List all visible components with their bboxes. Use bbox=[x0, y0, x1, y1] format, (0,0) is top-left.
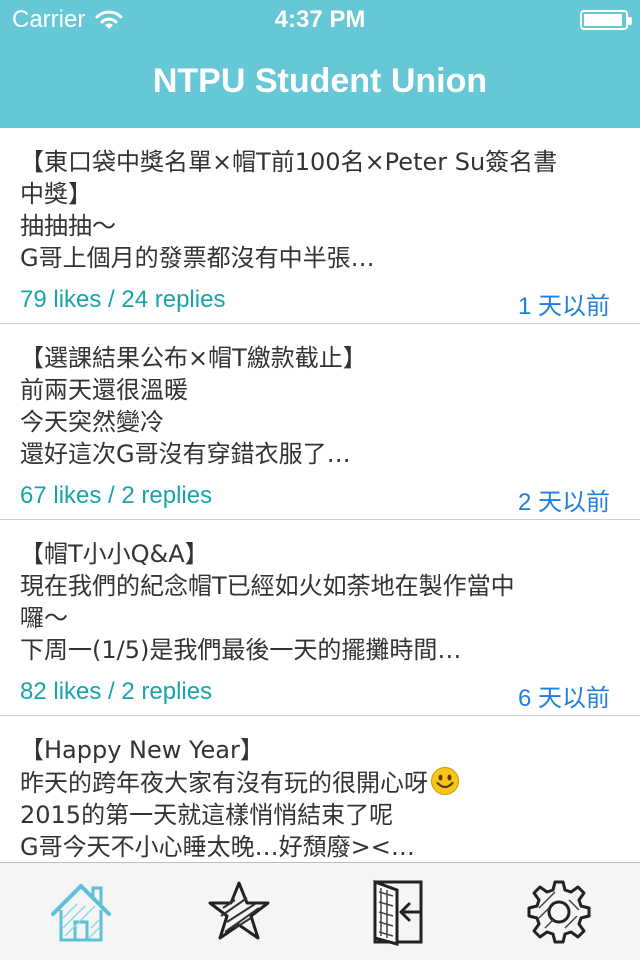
post-line: 囉～ bbox=[20, 604, 68, 632]
post-line: 前兩天還很溫暖 bbox=[20, 376, 188, 404]
post-item[interactable]: 【Happy New Year】 昨天的跨年夜大家有沒有玩的很開心呀 2015的… bbox=[0, 716, 640, 862]
post-date: 6 天以前 bbox=[517, 685, 610, 712]
post-meta: 67 likes / 2 replies 2 天以前 bbox=[20, 482, 610, 516]
post-line: 還好這次G哥沒有穿錯衣服了… bbox=[20, 440, 351, 468]
star-icon bbox=[208, 881, 270, 940]
post-date: 2 天以前 bbox=[517, 489, 610, 516]
post-line: 【Happy New Year】 bbox=[20, 736, 264, 764]
post-line: 今天突然變冷 bbox=[20, 408, 164, 436]
post-date: 1 天以前 bbox=[517, 293, 610, 320]
home-icon bbox=[51, 884, 111, 942]
post-line: 【東口袋中獎名單×帽T前100名×Peter Su簽名書 bbox=[20, 148, 558, 176]
post-stats: 79 likes / 24 replies bbox=[20, 286, 226, 313]
post-line: G哥今天不小心睡太晚…好頹廢><… bbox=[20, 833, 415, 861]
post-text: 【帽T小小Q&A】 現在我們的紀念帽T已經如火如荼地在製作當中 囉～ 下周一(1… bbox=[20, 538, 600, 666]
post-line-with-emoji: 昨天的跨年夜大家有沒有玩的很開心呀 bbox=[20, 766, 600, 799]
battery-fill bbox=[584, 14, 622, 26]
tab-logout[interactable] bbox=[364, 877, 434, 947]
post-line: 現在我們的紀念帽T已經如火如荼地在製作當中 bbox=[20, 572, 515, 600]
tab-favorites[interactable] bbox=[204, 877, 274, 947]
post-list[interactable]: 【東口袋中獎名單×帽T前100名×Peter Su簽名書 中獎】 抽抽抽～ G哥… bbox=[0, 128, 640, 862]
post-meta: 79 likes / 24 replies 1 天以前 bbox=[20, 286, 610, 320]
post-meta: 82 likes / 2 replies 6 天以前 bbox=[20, 678, 610, 712]
post-line: 【帽T小小Q&A】 bbox=[20, 540, 209, 568]
post-text: 【Happy New Year】 昨天的跨年夜大家有沒有玩的很開心呀 2015的… bbox=[20, 734, 600, 862]
post-line: 下周一(1/5)是我們最後一天的擺攤時間… bbox=[20, 636, 462, 664]
header: Carrier 4:37 PM NTPU Student Union bbox=[0, 0, 640, 128]
page-title: NTPU Student Union bbox=[152, 62, 488, 100]
post-item[interactable]: 【選課結果公布×帽T繳款截止】 前兩天還很溫暖 今天突然變冷 還好這次G哥沒有穿… bbox=[0, 324, 640, 520]
smiley-emoji-icon bbox=[431, 767, 459, 795]
post-item[interactable]: 【帽T小小Q&A】 現在我們的紀念帽T已經如火如荼地在製作當中 囉～ 下周一(1… bbox=[0, 520, 640, 716]
post-stats: 82 likes / 2 replies bbox=[20, 678, 213, 705]
tab-home[interactable] bbox=[46, 877, 116, 947]
post-text: 【選課結果公布×帽T繳款截止】 前兩天還很溫暖 今天突然變冷 還好這次G哥沒有穿… bbox=[20, 342, 600, 470]
post-line: 【選課結果公布×帽T繳款截止】 bbox=[20, 344, 367, 372]
gear-icon bbox=[527, 880, 591, 944]
post-text: 【東口袋中獎名單×帽T前100名×Peter Su簽名書 中獎】 抽抽抽～ G哥… bbox=[20, 146, 600, 274]
post-line-text: 昨天的跨年夜大家有沒有玩的很開心呀 bbox=[20, 769, 428, 797]
post-item[interactable]: 【東口袋中獎名單×帽T前100名×Peter Su簽名書 中獎】 抽抽抽～ G哥… bbox=[0, 128, 640, 324]
post-line: 中獎】 bbox=[20, 180, 92, 208]
tab-settings[interactable] bbox=[524, 877, 594, 947]
status-bar: Carrier 4:37 PM bbox=[0, 0, 640, 40]
post-line: 抽抽抽～ bbox=[20, 212, 116, 240]
battery-icon bbox=[580, 10, 632, 30]
status-time: 4:37 PM bbox=[274, 6, 366, 33]
tab-bar bbox=[0, 862, 640, 960]
post-line: 2015的第一天就這樣悄悄結束了呢 bbox=[20, 801, 394, 829]
post-line: G哥上個月的發票都沒有中半張… bbox=[20, 244, 375, 272]
post-stats: 67 likes / 2 replies bbox=[20, 482, 213, 509]
logout-door-icon bbox=[373, 879, 423, 946]
